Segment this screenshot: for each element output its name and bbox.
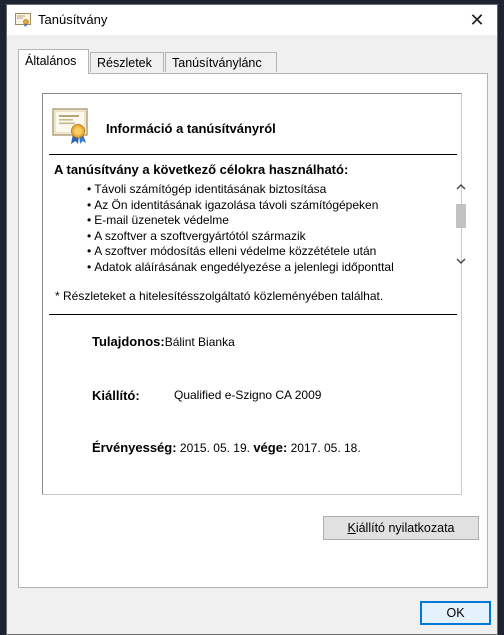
scroll-up-button[interactable] [452,180,470,196]
list-item: E-mail üzenetek védelme [87,213,394,229]
list-item: Adatok aláírásának engedélyezése a jelen… [87,260,394,276]
issuer-value: Qualified e-Szigno CA 2009 [174,388,322,402]
divider [49,314,457,315]
chevron-up-icon [456,184,466,190]
scroll-down-button[interactable] [452,254,470,270]
certificate-info-box: Információ a tanúsítványról A tanúsítván… [42,93,466,495]
title-bar: Tanúsítvány ✕ [7,5,497,35]
purpose-scrollbar[interactable] [452,178,470,270]
valid-to-label: vége: [253,440,288,455]
list-item: Az Ön identitásának igazolása távoli szá… [87,198,394,214]
close-icon: ✕ [469,9,485,30]
owner-label: Tulajdonos: [92,334,165,349]
issuer-statement-button[interactable]: Kiállító nyilatkozata [323,516,479,540]
validity-row: Érvényesség: 2015. 05. 19. vége: 2017. 0… [92,440,361,455]
ok-button[interactable]: OK [420,601,491,625]
scroll-thumb[interactable] [456,204,466,228]
issuer-statement-label: iállító nyilatkozata [355,521,455,535]
owner-row: Tulajdonos:Bálint Bianka [92,334,235,349]
issuer-statement-accelerator: K [347,521,356,535]
chevron-down-icon [456,258,466,264]
tab-details[interactable]: Részletek [90,52,164,72]
certificate-icon [15,13,31,27]
close-button[interactable]: ✕ [457,5,497,35]
issuer-label: Kiállító: [92,388,140,403]
valid-from-value: 2015. 05. 19. [179,441,250,455]
info-header: Információ a tanúsítványról [106,121,276,136]
owner-value: Bálint Bianka [164,335,235,349]
certificate-dialog: Tanúsítvány ✕ Általános Részletek Tanúsí… [6,4,498,635]
validity-label: Érvényesség: [92,440,177,455]
divider [49,154,457,155]
scroll-track[interactable] [456,200,466,250]
issuer-row: Kiállító: Qualified e-Szigno CA 2009 [92,388,321,403]
list-item: Távoli számítógép identitásának biztosít… [87,182,394,198]
general-tab-panel: Információ a tanúsítványról A tanúsítván… [18,73,488,588]
list-item: A szoftver a szoftvergyártótól származik [87,229,394,245]
valid-to-value: 2017. 05. 18. [290,441,361,455]
certificate-icon [52,108,88,144]
window-title: Tanúsítvány [38,12,108,27]
tab-general[interactable]: Általános [18,49,89,74]
list-item: A szoftver módosítás elleni védelme közz… [87,244,394,260]
purposes-title: A tanúsítvány a következő célokra haszná… [54,162,349,177]
tab-certification-path[interactable]: Tanúsítványlánc [165,52,277,72]
purpose-list: Távoli számítógép identitásának biztosít… [87,182,394,276]
issuer-statement-note: * Részleteket a hitelesítésszolgáltató k… [55,289,384,303]
